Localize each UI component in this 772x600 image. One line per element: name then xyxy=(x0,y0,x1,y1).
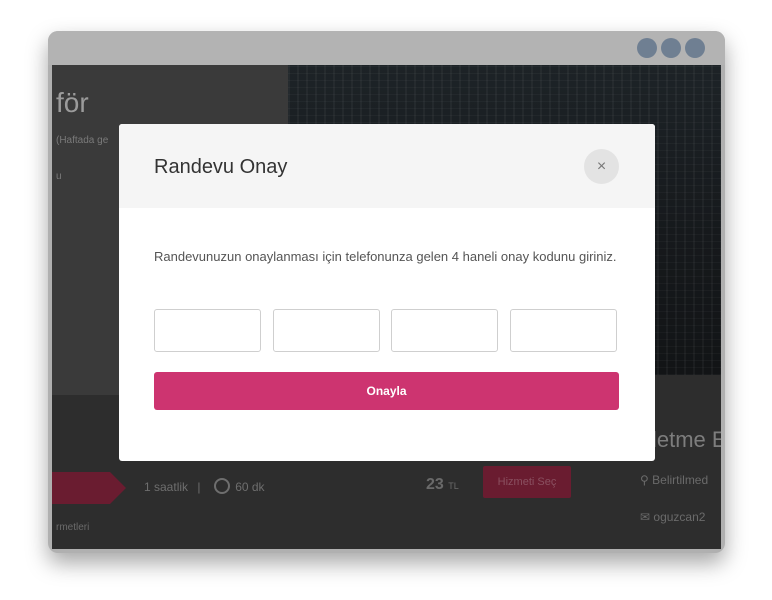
service-minutes: 60 dk xyxy=(235,480,265,494)
modal-title: Randevu Onay xyxy=(154,156,288,178)
price-value: 23 xyxy=(426,476,444,493)
background-footer-text: rmetleri xyxy=(56,522,90,533)
mail-icon: ✉ xyxy=(640,510,651,524)
appointment-confirm-modal: Randevu Onay × Randevunuzun onaylanması … xyxy=(119,124,655,461)
background-title: för xyxy=(56,87,89,118)
window-control-icon[interactable] xyxy=(685,38,705,58)
code-input-1[interactable] xyxy=(154,309,261,352)
service-separator: | xyxy=(197,480,201,494)
service-duration: 1 saatlik xyxy=(144,480,189,494)
email-line: ✉ oguzcan2 xyxy=(640,510,705,524)
service-row-text: 1 saatlik | 60 dk xyxy=(144,480,265,494)
code-input-3[interactable] xyxy=(391,309,498,352)
clock-icon xyxy=(214,478,230,494)
background-business-title: letme E xyxy=(652,427,721,452)
code-input-2[interactable] xyxy=(273,309,380,352)
confirm-button[interactable]: Onayla xyxy=(154,372,619,410)
window-control-icon[interactable] xyxy=(661,38,681,58)
window-titlebar xyxy=(48,31,725,65)
price-currency: TL xyxy=(448,481,459,491)
background-tag xyxy=(52,472,110,504)
email-text: oguzcan2 xyxy=(653,510,706,524)
background-tag-arrow xyxy=(110,472,126,504)
code-input-4[interactable] xyxy=(510,309,617,352)
location-line: ⚲ Belirtilmed xyxy=(640,473,708,487)
background-subtitle: (Haftada ge xyxy=(56,135,109,146)
select-service-button[interactable]: Hizmeti Seç xyxy=(483,466,571,498)
window-control-icon[interactable] xyxy=(637,38,657,58)
location-pin-icon: ⚲ xyxy=(640,473,649,487)
modal-message: Randevunuzun onaylanması için telefonunz… xyxy=(154,249,617,264)
service-price: 23 TL xyxy=(426,476,459,494)
background-side-text: u xyxy=(56,171,62,182)
location-text: Belirtilmed xyxy=(652,473,709,487)
close-icon[interactable]: × xyxy=(584,149,619,184)
modal-header: Randevu Onay × xyxy=(119,124,655,208)
